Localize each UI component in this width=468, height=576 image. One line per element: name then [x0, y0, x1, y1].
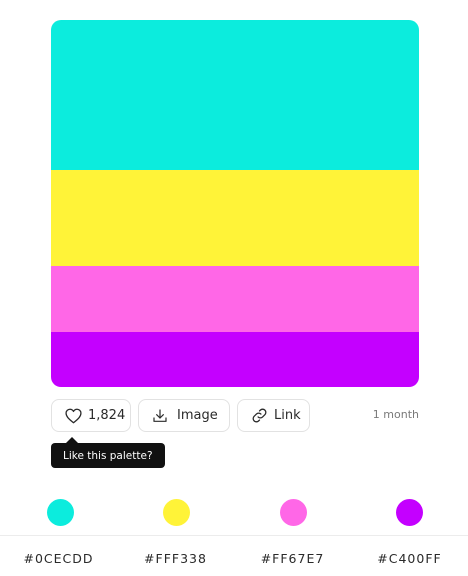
link-icon: [250, 407, 268, 425]
like-tooltip: Like this palette?: [51, 443, 165, 468]
copy-link-button[interactable]: Link: [237, 399, 310, 432]
palette-preview[interactable]: [51, 20, 419, 387]
color-dot[interactable]: [47, 499, 74, 526]
divider: [0, 535, 468, 536]
link-label: Link: [274, 408, 301, 423]
color-dot[interactable]: [163, 499, 190, 526]
hex-code[interactable]: #FF67E7: [234, 551, 351, 566]
like-count: 1,824: [88, 408, 126, 423]
color-swatch[interactable]: [51, 20, 419, 170]
download-image-button[interactable]: Image: [138, 399, 230, 432]
color-dot[interactable]: [396, 499, 423, 526]
hex-code[interactable]: #0CECDD: [0, 551, 117, 566]
color-dot[interactable]: [280, 499, 307, 526]
image-label: Image: [177, 408, 218, 423]
published-time: 1 month: [372, 408, 419, 421]
palette-page: 1,824 Image Link 1 month Like this palet…: [0, 0, 468, 576]
heart-icon: [64, 407, 82, 425]
color-swatch[interactable]: [51, 170, 419, 266]
color-swatch[interactable]: [51, 266, 419, 332]
hex-code[interactable]: #FFF338: [117, 551, 234, 566]
like-button[interactable]: 1,824: [51, 399, 131, 432]
color-swatch[interactable]: [51, 332, 419, 387]
download-icon: [151, 407, 169, 425]
hex-code[interactable]: #C400FF: [351, 551, 468, 566]
